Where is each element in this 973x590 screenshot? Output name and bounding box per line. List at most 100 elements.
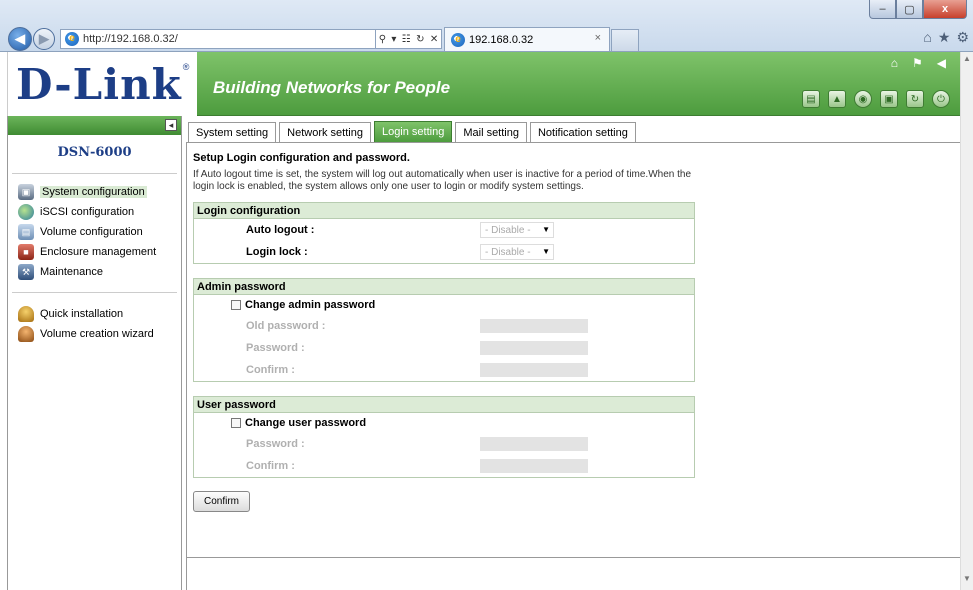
sidebar-item-system-configuration[interactable]: ▣ System configuration bbox=[8, 182, 181, 202]
old-password-row: Old password : bbox=[194, 315, 694, 337]
change-user-password-checkbox[interactable] bbox=[231, 418, 241, 428]
quick-install-icon bbox=[18, 306, 34, 322]
forward-button[interactable]: ▶ bbox=[33, 28, 55, 50]
favorites-icon[interactable]: ★ bbox=[938, 29, 951, 46]
sidebar-header: ◂ bbox=[8, 116, 181, 135]
power-icon[interactable]: ⏻ bbox=[932, 90, 950, 108]
reboot-icon[interactable]: ↻ bbox=[906, 90, 924, 108]
stop-icon[interactable]: ✕ bbox=[430, 34, 438, 45]
header-bottom-icons: ▤ ▲ ◉ ▣ ↻ ⏻ bbox=[802, 90, 950, 108]
sidebar-item-volume-creation-wizard[interactable]: Volume creation wizard bbox=[8, 324, 181, 344]
login-lock-row: Login lock : - Disable - ▼ bbox=[194, 241, 694, 263]
help-icon[interactable]: ⚑ bbox=[912, 56, 923, 70]
enclosure-icon: ■ bbox=[18, 244, 34, 260]
sidebar-item-label: iSCSI configuration bbox=[40, 206, 135, 218]
confirm-button[interactable]: Confirm bbox=[193, 491, 250, 512]
wizard-icon bbox=[18, 326, 34, 342]
title-bar: – ▢ x bbox=[0, 0, 973, 22]
user-password-field[interactable] bbox=[480, 437, 588, 451]
maximize-button[interactable]: ▢ bbox=[896, 0, 923, 19]
system-config-icon: ▣ bbox=[18, 184, 34, 200]
sidebar-item-label: Maintenance bbox=[40, 266, 103, 278]
chevron-down-icon: ▼ bbox=[542, 225, 550, 234]
change-user-password-label: Change user password bbox=[245, 417, 367, 429]
login-lock-label: Login lock : bbox=[246, 246, 308, 258]
close-window-button[interactable]: x bbox=[923, 0, 967, 19]
sidebar-item-label: System configuration bbox=[40, 186, 147, 198]
user-password-row: Password : bbox=[194, 433, 694, 455]
tab-close-icon[interactable]: × bbox=[595, 32, 601, 44]
user-confirm-label: Confirm : bbox=[246, 460, 295, 472]
settings-gear-icon[interactable]: ⚙ bbox=[956, 29, 969, 46]
tab-title: 192.168.0.32 bbox=[469, 33, 534, 46]
scroll-down-icon[interactable]: ▼ bbox=[961, 574, 973, 588]
registered-mark: ® bbox=[182, 62, 190, 72]
sidebar-item-iscsi-configuration[interactable]: iSCSI configuration bbox=[8, 202, 181, 222]
sidebar-item-volume-configuration[interactable]: ▤ Volume configuration bbox=[8, 222, 181, 242]
compatibility-icon[interactable]: ☷ bbox=[402, 34, 411, 45]
collapse-sidebar-icon[interactable]: ◂ bbox=[165, 119, 177, 131]
minimize-button[interactable]: – bbox=[869, 0, 896, 19]
user-confirm-row: Confirm : bbox=[194, 455, 694, 477]
refresh-icon[interactable]: ↻ bbox=[416, 34, 424, 45]
admin-password-field[interactable] bbox=[480, 341, 588, 355]
sidebar-divider bbox=[12, 292, 177, 304]
admin-confirm-row: Confirm : bbox=[194, 359, 694, 381]
navigation-bar: ◀ ▶ e http://192.168.0.32/ ⚲ ▾ ☷ ↻ ✕ e 1… bbox=[0, 27, 973, 51]
user-password-section: User password Change user password Passw… bbox=[193, 396, 695, 478]
browser-chrome: – ▢ x ◀ ▶ e http://192.168.0.32/ ⚲ ▾ ☷ ↻… bbox=[0, 0, 973, 52]
login-lock-select[interactable]: - Disable - ▼ bbox=[480, 244, 554, 260]
scroll-up-icon[interactable]: ▲ bbox=[961, 54, 973, 68]
page-scrollbar[interactable]: ▲ ▼ bbox=[960, 52, 973, 590]
tab-network-setting[interactable]: Network setting bbox=[279, 122, 371, 142]
home-icon[interactable]: ⌂ bbox=[923, 29, 931, 46]
logo-text: D-Link bbox=[16, 59, 182, 109]
url-text: http://192.168.0.32/ bbox=[83, 33, 178, 45]
sidebar-item-maintenance[interactable]: ⚒ Maintenance bbox=[8, 262, 181, 282]
change-admin-password-label: Change admin password bbox=[245, 299, 376, 311]
admin-confirm-label: Confirm : bbox=[246, 364, 295, 376]
address-tools: ⚲ ▾ ☷ ↻ ✕ bbox=[376, 29, 442, 49]
admin-password-section: Admin password Change admin password Old… bbox=[193, 278, 695, 382]
save-icon[interactable]: ▣ bbox=[880, 90, 898, 108]
section-title: User password bbox=[194, 397, 694, 413]
page-description: If Auto logout time is set, the system w… bbox=[193, 169, 692, 192]
change-admin-password-checkbox[interactable] bbox=[231, 300, 241, 310]
change-user-password-row: Change user password bbox=[194, 413, 694, 433]
tab-system-setting[interactable]: System setting bbox=[188, 122, 277, 142]
database-icon[interactable]: ▤ bbox=[802, 90, 820, 108]
browser-tab[interactable]: e 192.168.0.32 × bbox=[444, 27, 610, 51]
lock-icon[interactable]: ▲ bbox=[828, 90, 846, 108]
tab-login-setting[interactable]: Login setting bbox=[373, 121, 453, 142]
app-header: D-Link ® Building Networks for People ⌂ … bbox=[7, 52, 960, 116]
auto-logout-select[interactable]: - Disable - ▼ bbox=[480, 222, 554, 238]
sidebar: ◂ DSN-6000 ▣ System configuration iSCSI … bbox=[7, 116, 182, 590]
home-icon[interactable]: ⌂ bbox=[891, 56, 898, 70]
admin-new-password-row: Password : bbox=[194, 337, 694, 359]
globe-icon[interactable]: ◉ bbox=[854, 90, 872, 108]
page-heading: Setup Login configuration and password. bbox=[193, 152, 410, 164]
user-confirm-field[interactable] bbox=[480, 459, 588, 473]
content-divider bbox=[186, 557, 960, 558]
search-icon[interactable]: ⚲ bbox=[379, 34, 386, 45]
change-admin-password-row: Change admin password bbox=[194, 295, 694, 315]
sidebar-divider bbox=[12, 173, 177, 174]
admin-confirm-field[interactable] bbox=[480, 363, 588, 377]
section-title: Login configuration bbox=[194, 203, 694, 219]
sidebar-item-quick-installation[interactable]: Quick installation bbox=[8, 304, 181, 324]
auto-logout-label: Auto logout : bbox=[246, 224, 315, 236]
volume-icon: ▤ bbox=[18, 224, 34, 240]
address-bar[interactable]: e http://192.168.0.32/ bbox=[60, 29, 376, 49]
tab-mail-setting[interactable]: Mail setting bbox=[455, 122, 527, 142]
user-password-label: Password : bbox=[246, 438, 305, 450]
sidebar-item-enclosure-management[interactable]: ■ Enclosure management bbox=[8, 242, 181, 262]
main-content: System setting Network setting Login set… bbox=[186, 121, 960, 590]
dropdown-icon[interactable]: ▾ bbox=[391, 34, 396, 45]
new-tab-button[interactable] bbox=[611, 29, 639, 51]
logout-icon[interactable]: ◀ bbox=[937, 56, 946, 70]
back-button[interactable]: ◀ bbox=[8, 27, 32, 51]
admin-password-label: Password : bbox=[246, 342, 305, 354]
old-password-field[interactable] bbox=[480, 319, 588, 333]
tab-notification-setting[interactable]: Notification setting bbox=[529, 122, 636, 142]
sidebar-item-label: Quick installation bbox=[40, 308, 124, 320]
